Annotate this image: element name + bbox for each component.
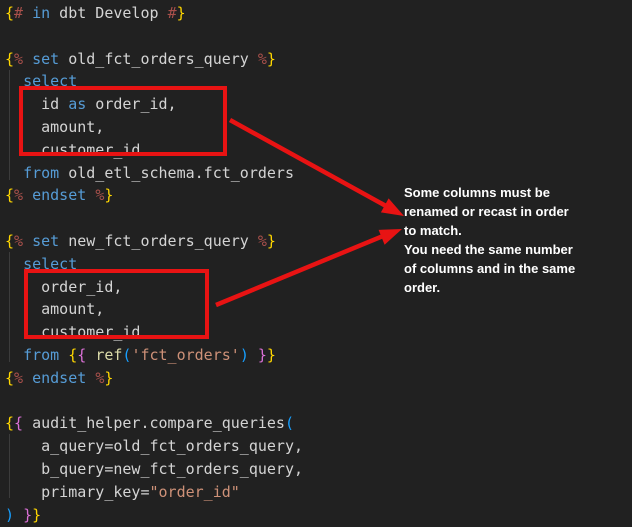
code-token: { [68, 346, 77, 364]
code-line: ) }} [5, 504, 303, 527]
code-token: { [14, 414, 23, 432]
code-token: { [5, 414, 14, 432]
code-line: b_query=new_fct_orders_query, [5, 458, 303, 481]
code-token: } [104, 186, 113, 204]
code-line: {{ audit_helper.compare_queries( [5, 412, 303, 435]
code-line [5, 207, 303, 230]
code-token: ref [95, 346, 122, 364]
code-token [59, 346, 68, 364]
code-token: ) [240, 346, 249, 364]
code-token [86, 346, 95, 364]
code-token: { [5, 50, 14, 68]
code-token: % [95, 186, 104, 204]
code-line: from old_etl_schema.fct_orders [5, 162, 303, 185]
code-line: {% set old_fct_orders_query %} [5, 48, 303, 71]
code-token: % [14, 232, 23, 250]
code-token: new_fct_orders_query [59, 232, 258, 250]
code-token: } [23, 506, 32, 524]
code-token: { [77, 346, 86, 364]
annotation-line: of columns and in the same [404, 259, 575, 278]
code-line: a_query=old_fct_orders_query, [5, 435, 303, 458]
code-token [14, 506, 23, 524]
code-line: {% set new_fct_orders_query %} [5, 230, 303, 253]
code-line [5, 390, 303, 413]
code-token: } [177, 4, 186, 22]
code-token: % [14, 50, 23, 68]
code-line: primary_key="order_id" [5, 481, 303, 504]
code-token [249, 346, 258, 364]
code-token: set [32, 50, 59, 68]
code-token: audit_helper.compare_queries [23, 414, 285, 432]
code-token: } [258, 346, 267, 364]
code-line: {% endset %} [5, 367, 303, 390]
annotation-line: order. [404, 278, 575, 297]
code-token [23, 4, 32, 22]
code-token: primary_key= [5, 483, 150, 501]
code-token [86, 186, 95, 204]
code-token [5, 255, 23, 273]
code-token: % [14, 186, 23, 204]
code-line [5, 25, 303, 48]
code-token [5, 346, 23, 364]
code-line: from {{ ref('fct_orders') }} [5, 344, 303, 367]
code-token: { [5, 186, 14, 204]
code-token: ( [285, 414, 294, 432]
code-token [23, 186, 32, 204]
code-token: } [32, 506, 41, 524]
code-token: { [5, 232, 14, 250]
code-token: from [23, 346, 59, 364]
code-token: % [258, 50, 267, 68]
code-token: endset [32, 369, 86, 387]
code-token: { [5, 369, 14, 387]
annotation-line: You need the same number [404, 240, 575, 259]
code-token: old_fct_orders_query [59, 50, 258, 68]
code-token: "order_id" [150, 483, 240, 501]
code-token: 'fct_orders' [131, 346, 239, 364]
code-token: % [258, 232, 267, 250]
code-token: % [14, 369, 23, 387]
code-token: set [32, 232, 59, 250]
code-token [86, 369, 95, 387]
code-token: ) [5, 506, 14, 524]
code-token: from [23, 164, 59, 182]
code-token [5, 164, 23, 182]
highlight-box-old-columns [19, 86, 227, 156]
annotation-line: Some columns must be [404, 183, 575, 202]
code-token: endset [32, 186, 86, 204]
code-token: in [32, 4, 50, 22]
annotation-text: Some columns must berenamed or recast in… [404, 183, 575, 297]
code-token: a_query=old_fct_orders_query, [5, 437, 303, 455]
code-token: old_etl_schema.fct_orders [59, 164, 294, 182]
code-token: } [104, 369, 113, 387]
code-token: # [168, 4, 177, 22]
code-token: % [95, 369, 104, 387]
code-line: {% endset %} [5, 184, 303, 207]
code-editor[interactable]: {# in dbt Develop #}{% set old_fct_order… [5, 2, 303, 526]
code-token: } [267, 50, 276, 68]
code-token [23, 369, 32, 387]
code-token: } [267, 232, 276, 250]
code-token [23, 50, 32, 68]
code-line: {# in dbt Develop #} [5, 2, 303, 25]
highlight-box-new-columns [24, 269, 209, 339]
annotation-line: renamed or recast in order [404, 202, 575, 221]
code-token [23, 232, 32, 250]
annotation-line: to match. [404, 221, 575, 240]
code-token: dbt Develop [50, 4, 167, 22]
code-token: # [14, 4, 23, 22]
code-token: { [5, 4, 14, 22]
code-token: } [267, 346, 276, 364]
code-token: b_query=new_fct_orders_query, [5, 460, 303, 478]
